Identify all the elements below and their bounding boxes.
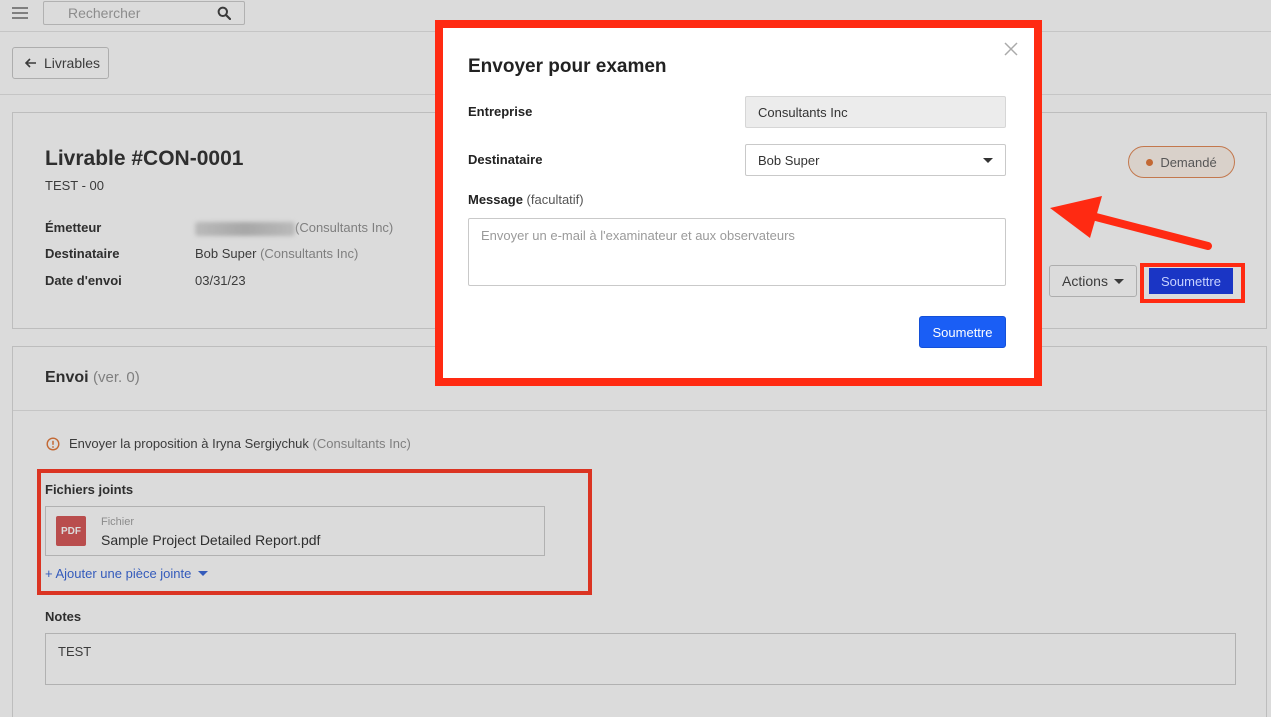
message-textarea[interactable] xyxy=(468,218,1006,286)
message-label: Message (facultatif) xyxy=(468,192,584,207)
recipient-select-value: Bob Super xyxy=(758,152,820,168)
submit-highlight-box xyxy=(1140,263,1245,303)
caret-down-icon xyxy=(983,158,993,163)
message-label-text: Message xyxy=(468,192,523,207)
close-icon[interactable] xyxy=(1003,41,1019,57)
modal-title: Envoyer pour examen xyxy=(468,56,667,77)
recipient-select[interactable]: Bob Super xyxy=(745,144,1006,176)
message-optional-label: (facultatif) xyxy=(526,192,584,207)
company-label: Entreprise xyxy=(468,104,533,119)
modal-submit-button[interactable]: Soumettre xyxy=(919,316,1006,348)
annotation-arrow-icon xyxy=(1050,196,1212,250)
company-field: Consultants Inc xyxy=(745,96,1006,128)
recipient-select-label: Destinataire xyxy=(468,152,543,167)
submit-for-review-modal: Envoyer pour examen Entreprise Consultan… xyxy=(443,28,1034,378)
